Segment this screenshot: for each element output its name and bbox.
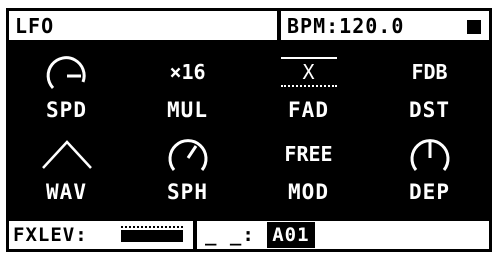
param-label: DEP — [409, 180, 450, 204]
param-fad[interactable]: X FAD — [248, 48, 369, 130]
parameter-grid: SPD ×16 MUL X FAD FDB DST WAV SPH FREE M… — [6, 48, 492, 212]
footer-bar: FXLEV: _ _: A01 — [6, 218, 492, 252]
fade-top-line — [280, 57, 337, 59]
bpm-value: BPM:120.0 — [287, 14, 405, 38]
triangle-wave-icon — [41, 140, 92, 169]
param-mul[interactable]: ×16 MUL — [127, 48, 248, 130]
fx-level-box[interactable]: FXLEV: — [9, 221, 193, 249]
param-dst[interactable]: FDB DST — [369, 48, 490, 130]
slot-prefix: _ _: — [205, 224, 255, 246]
speed-knob-icon — [46, 56, 86, 90]
param-label: FAD — [288, 98, 329, 122]
stop-square-icon — [467, 20, 481, 34]
bpm-display: BPM:120.0 — [281, 11, 489, 40]
param-spd[interactable]: SPD — [6, 48, 127, 130]
slot-box[interactable]: _ _: A01 — [197, 221, 489, 249]
param-value: X — [302, 60, 315, 84]
fx-level-meter — [121, 226, 183, 242]
start-phase-knob-icon — [168, 139, 207, 171]
param-mod[interactable]: FREE MOD — [248, 130, 369, 212]
slot-value[interactable]: A01 — [267, 222, 315, 248]
lfo-screen: LFO BPM:120.0 SPD ×16 MUL X FAD FDB DST … — [6, 8, 492, 252]
fade-dotted-line — [280, 85, 337, 87]
param-sph[interactable]: SPH — [127, 130, 248, 212]
header-bar: LFO BPM:120.0 — [6, 8, 492, 42]
param-value: ×16 — [169, 60, 206, 84]
depth-knob-icon — [410, 139, 449, 171]
param-value: FDB — [411, 60, 448, 84]
param-label: MOD — [288, 180, 329, 204]
param-dep[interactable]: DEP — [369, 130, 490, 212]
param-label: WAV — [46, 180, 87, 204]
param-label: SPH — [167, 180, 208, 204]
page-title: LFO — [9, 11, 277, 40]
param-value: FREE — [284, 142, 333, 166]
param-label: MUL — [167, 98, 208, 122]
fx-level-label: FXLEV: — [13, 224, 88, 246]
param-wav[interactable]: WAV — [6, 130, 127, 212]
param-label: SPD — [46, 98, 87, 122]
param-label: DST — [409, 98, 450, 122]
